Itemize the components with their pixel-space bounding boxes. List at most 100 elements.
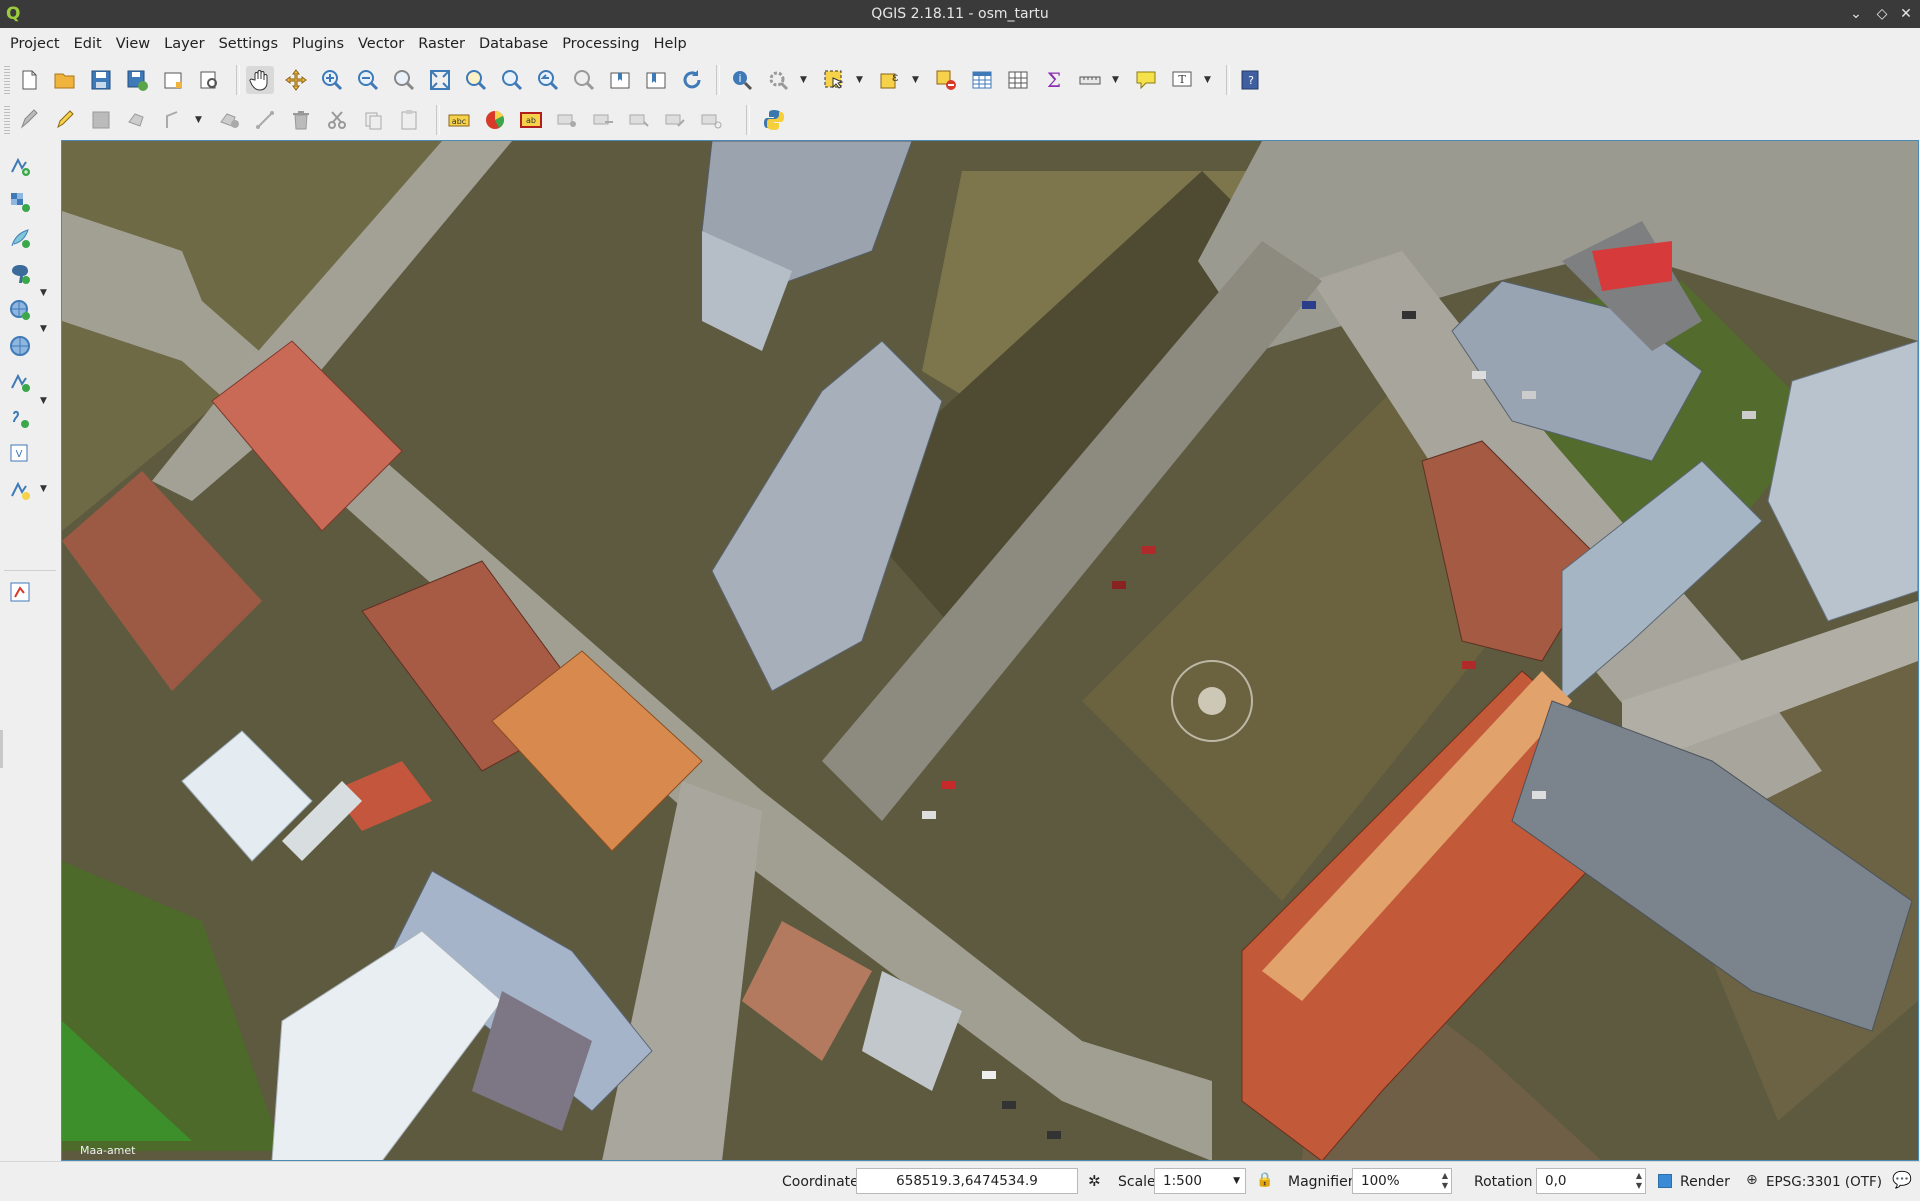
add-vector-layer-icon[interactable] [6, 152, 34, 180]
add-postgis-layer-icon[interactable] [6, 260, 34, 288]
postgis-dropdown-icon[interactable]: ▼ [40, 288, 52, 298]
save-project-icon[interactable] [87, 66, 115, 94]
action-icon[interactable] [764, 66, 792, 94]
select-by-expression-icon[interactable]: ε [876, 66, 904, 94]
show-hide-labels-icon[interactable] [553, 106, 581, 134]
menu-settings[interactable]: Settings [212, 28, 285, 60]
new-print-composer-icon[interactable] [159, 66, 187, 94]
add-spatialite-layer-icon[interactable] [6, 224, 34, 252]
magnifier-spin-icon[interactable]: ▲ ▼ [1442, 1171, 1448, 1191]
cut-features-icon[interactable] [323, 106, 351, 134]
python-console-icon[interactable] [760, 106, 788, 134]
add-raster-layer-icon[interactable] [6, 188, 34, 216]
add-feature-icon[interactable] [123, 106, 151, 134]
add-wfs-layer-icon[interactable] [6, 368, 34, 396]
current-edits-icon[interactable] [15, 106, 43, 134]
text-annotation-icon[interactable]: T [1168, 66, 1196, 94]
menu-plugins[interactable]: Plugins [285, 28, 351, 60]
copy-features-icon[interactable] [359, 106, 387, 134]
save-edits-icon[interactable] [87, 106, 115, 134]
annotation-dropdown-icon[interactable]: ▼ [1204, 66, 1214, 94]
menu-help[interactable]: Help [647, 28, 694, 60]
rotate-label-icon[interactable] [625, 106, 653, 134]
wms-dropdown-icon[interactable]: ▼ [40, 324, 52, 334]
measure-dropdown-icon[interactable]: ▼ [1112, 66, 1122, 94]
move-feature-icon[interactable] [159, 106, 187, 134]
refresh-icon[interactable] [678, 66, 706, 94]
messages-icon[interactable]: 💬 [1892, 1170, 1912, 1189]
change-label-properties-icon[interactable] [697, 106, 725, 134]
zoom-full-icon[interactable] [426, 66, 454, 94]
minimize-icon[interactable]: ⌄ [1846, 4, 1866, 24]
open-project-icon[interactable] [51, 66, 79, 94]
add-wcs-layer-icon[interactable] [6, 332, 34, 360]
node-tool-icon[interactable] [215, 106, 243, 134]
node-edit-icon[interactable] [251, 106, 279, 134]
toolbar-handle[interactable] [4, 66, 10, 94]
coordinate-toggle-icon[interactable]: ✲ [1088, 1172, 1101, 1190]
scale-select[interactable]: 1:500 ▼ [1154, 1168, 1246, 1194]
zoom-native-icon[interactable] [390, 66, 418, 94]
delete-selected-icon[interactable] [287, 106, 315, 134]
paste-features-icon[interactable] [395, 106, 423, 134]
add-virtual-layer-icon[interactable]: V [6, 440, 34, 468]
menu-edit[interactable]: Edit [67, 28, 109, 60]
map-tips-icon[interactable] [1132, 66, 1160, 94]
label-icon[interactable]: abc [445, 106, 473, 134]
pan-icon[interactable] [246, 66, 274, 94]
menu-database[interactable]: Database [472, 28, 555, 60]
add-wms-layer-icon[interactable] [6, 296, 34, 324]
help-icon[interactable]: ? [1236, 66, 1264, 94]
crs-globe-icon[interactable]: ⊕ [1746, 1172, 1758, 1188]
menu-project[interactable]: Project [0, 28, 67, 60]
menu-vector[interactable]: Vector [351, 28, 411, 60]
rotation-spin-icon[interactable]: ▲ ▼ [1636, 1171, 1642, 1191]
map-canvas[interactable]: Maa-amet [61, 140, 1919, 1161]
select-dropdown-icon[interactable]: ▼ [856, 66, 866, 94]
rotation-spinbox[interactable]: 0,0 ▲ ▼ [1536, 1168, 1646, 1194]
processing-toolbox-icon[interactable] [6, 578, 34, 606]
measure-icon[interactable] [1076, 66, 1104, 94]
select-features-icon[interactable] [820, 66, 848, 94]
new-layer-dropdown-icon[interactable]: ▼ [40, 484, 52, 494]
deselect-icon[interactable] [932, 66, 960, 94]
expression-dropdown-icon[interactable]: ▼ [912, 66, 922, 94]
statistics-icon[interactable]: Σ [1040, 66, 1068, 94]
move-label-icon[interactable] [589, 106, 617, 134]
new-project-icon[interactable] [15, 66, 43, 94]
zoom-last-icon[interactable] [534, 66, 562, 94]
maximize-icon[interactable]: ◇ [1872, 4, 1892, 24]
digitize-dropdown-icon[interactable]: ▼ [195, 106, 205, 134]
render-checkbox[interactable] [1658, 1174, 1672, 1188]
wfs-dropdown-icon[interactable]: ▼ [40, 396, 52, 406]
zoom-next-icon[interactable] [570, 66, 598, 94]
scale-dropdown-icon[interactable]: ▼ [1233, 1169, 1240, 1193]
menu-raster[interactable]: Raster [411, 28, 472, 60]
pan-to-selection-icon[interactable] [282, 66, 310, 94]
add-delimited-text-icon[interactable] [6, 404, 34, 432]
diagram-icon[interactable] [481, 106, 509, 134]
identify-icon[interactable]: i [728, 66, 756, 94]
close-icon[interactable]: ✕ [1896, 4, 1916, 24]
panel-splitter[interactable] [0, 730, 3, 768]
save-as-icon[interactable] [123, 66, 151, 94]
menu-layer[interactable]: Layer [157, 28, 211, 60]
lock-scale-icon[interactable]: 🔒 [1256, 1172, 1273, 1188]
action-dropdown-icon[interactable]: ▼ [800, 66, 810, 94]
pin-labels-icon[interactable]: ab [517, 106, 545, 134]
coordinate-field[interactable]: 658519.3,6474534.9 [856, 1168, 1078, 1194]
zoom-out-icon[interactable] [354, 66, 382, 94]
menu-view[interactable]: View [109, 28, 157, 60]
menu-processing[interactable]: Processing [555, 28, 646, 60]
new-bookmark-icon[interactable] [606, 66, 634, 94]
zoom-in-icon[interactable] [318, 66, 346, 94]
zoom-to-layer-icon[interactable] [498, 66, 526, 94]
magnifier-spinbox[interactable]: 100% ▲ ▼ [1352, 1168, 1452, 1194]
change-label-icon[interactable] [661, 106, 689, 134]
toggle-editing-icon[interactable] [51, 106, 79, 134]
field-calculator-icon[interactable] [1004, 66, 1032, 94]
new-shapefile-icon[interactable] [6, 476, 34, 504]
zoom-to-selection-icon[interactable] [462, 66, 490, 94]
composer-manager-icon[interactable] [195, 66, 223, 94]
crs-status[interactable]: EPSG:3301 (OTF) [1766, 1174, 1882, 1190]
